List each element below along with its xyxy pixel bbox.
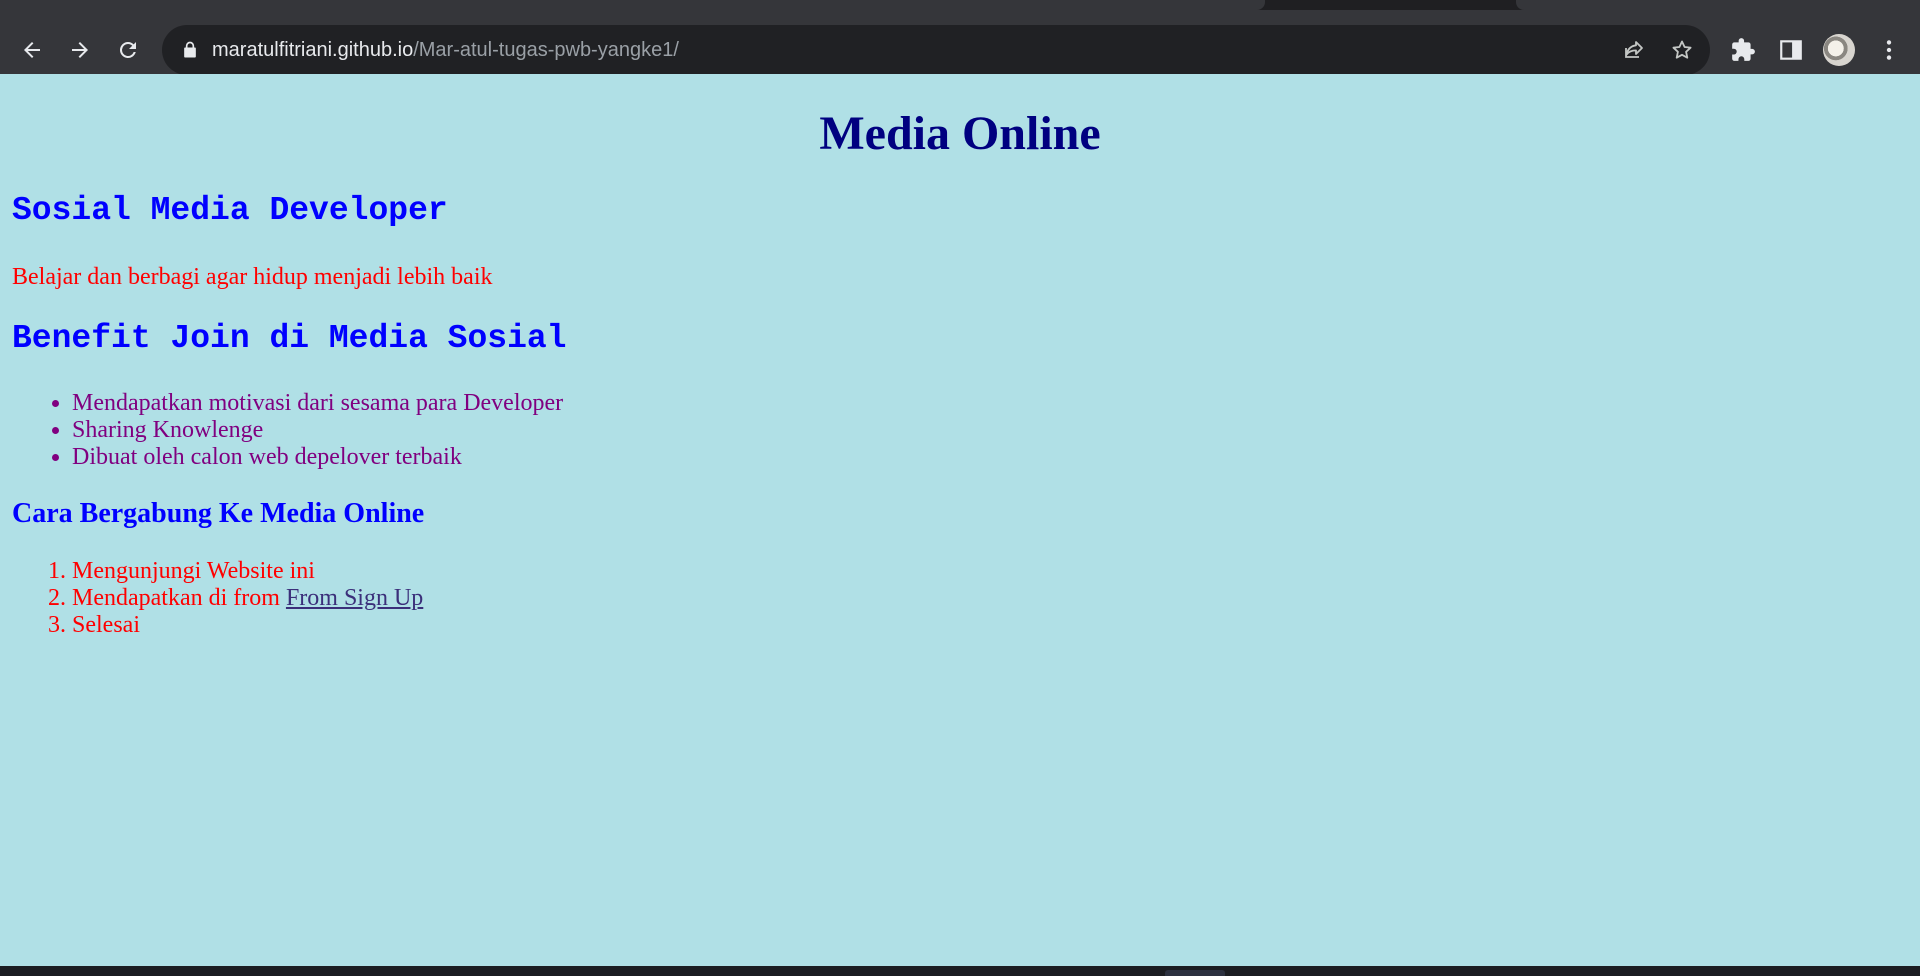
list-item: Mendapatkan motivasi dari sesama para De… bbox=[72, 390, 563, 417]
url-host: maratulfitriani.github.io bbox=[212, 39, 414, 61]
page-title: Media Online bbox=[819, 107, 1101, 160]
url-path: /Mar-atul-tugas-pwb-yangke1/ bbox=[413, 39, 679, 61]
puzzle-icon[interactable] bbox=[1730, 37, 1756, 63]
section-heading-benefit: Benefit Join di Media Sosial bbox=[12, 320, 567, 357]
share-icon[interactable] bbox=[1622, 38, 1646, 62]
address-bar[interactable]: maratulfitriani.github.io/Mar-atul-tugas… bbox=[162, 25, 1710, 75]
section-heading-sosial-media: Sosial Media Developer bbox=[12, 192, 448, 229]
side-panel-icon[interactable] bbox=[1778, 37, 1804, 63]
reload-icon bbox=[120, 41, 136, 58]
join-steps-list: Mengunjungi Website ini Mendapatkan di f… bbox=[72, 558, 423, 639]
forward-button[interactable] bbox=[60, 30, 100, 70]
url-text[interactable]: maratulfitriani.github.io/Mar-atul-tugas… bbox=[212, 39, 679, 62]
browser-toolbar: maratulfitriani.github.io/Mar-atul-tugas… bbox=[0, 10, 1920, 75]
benefit-list: Mendapatkan motivasi dari sesama para De… bbox=[72, 390, 563, 471]
sign-up-link[interactable]: From Sign Up bbox=[286, 585, 423, 611]
list-item: Selesai bbox=[72, 612, 423, 639]
reload-button[interactable] bbox=[108, 30, 148, 70]
step-text: Mendapatkan di from bbox=[72, 585, 286, 611]
list-item: Dibuat oleh calon web depelover terbaik bbox=[72, 444, 563, 471]
list-item: Sharing Knowlenge bbox=[72, 417, 563, 444]
tagline: Belajar dan berbagi agar hidup menjadi l… bbox=[12, 264, 493, 290]
taskbar-edge bbox=[0, 966, 1920, 976]
taskbar-indicator bbox=[1165, 970, 1225, 976]
back-button[interactable] bbox=[12, 30, 52, 70]
list-item: Mengunjungi Website ini bbox=[72, 558, 423, 585]
profile-avatar[interactable] bbox=[1823, 34, 1855, 66]
forward-arrow-icon bbox=[72, 42, 88, 58]
list-item: Mendapatkan di from From Sign Up bbox=[72, 585, 423, 612]
tab-strip bbox=[0, 0, 1920, 10]
tab-background bbox=[1516, 0, 1920, 10]
star-icon[interactable] bbox=[1670, 38, 1694, 62]
page-viewport: Media Online Sosial Media Developer Bela… bbox=[0, 74, 1920, 966]
tab-background bbox=[0, 0, 1265, 10]
join-heading: Cara Bergabung Ke Media Online bbox=[12, 498, 425, 529]
more-vert-icon[interactable] bbox=[1876, 37, 1902, 63]
back-arrow-icon bbox=[24, 42, 40, 58]
lock-icon[interactable] bbox=[180, 40, 200, 60]
